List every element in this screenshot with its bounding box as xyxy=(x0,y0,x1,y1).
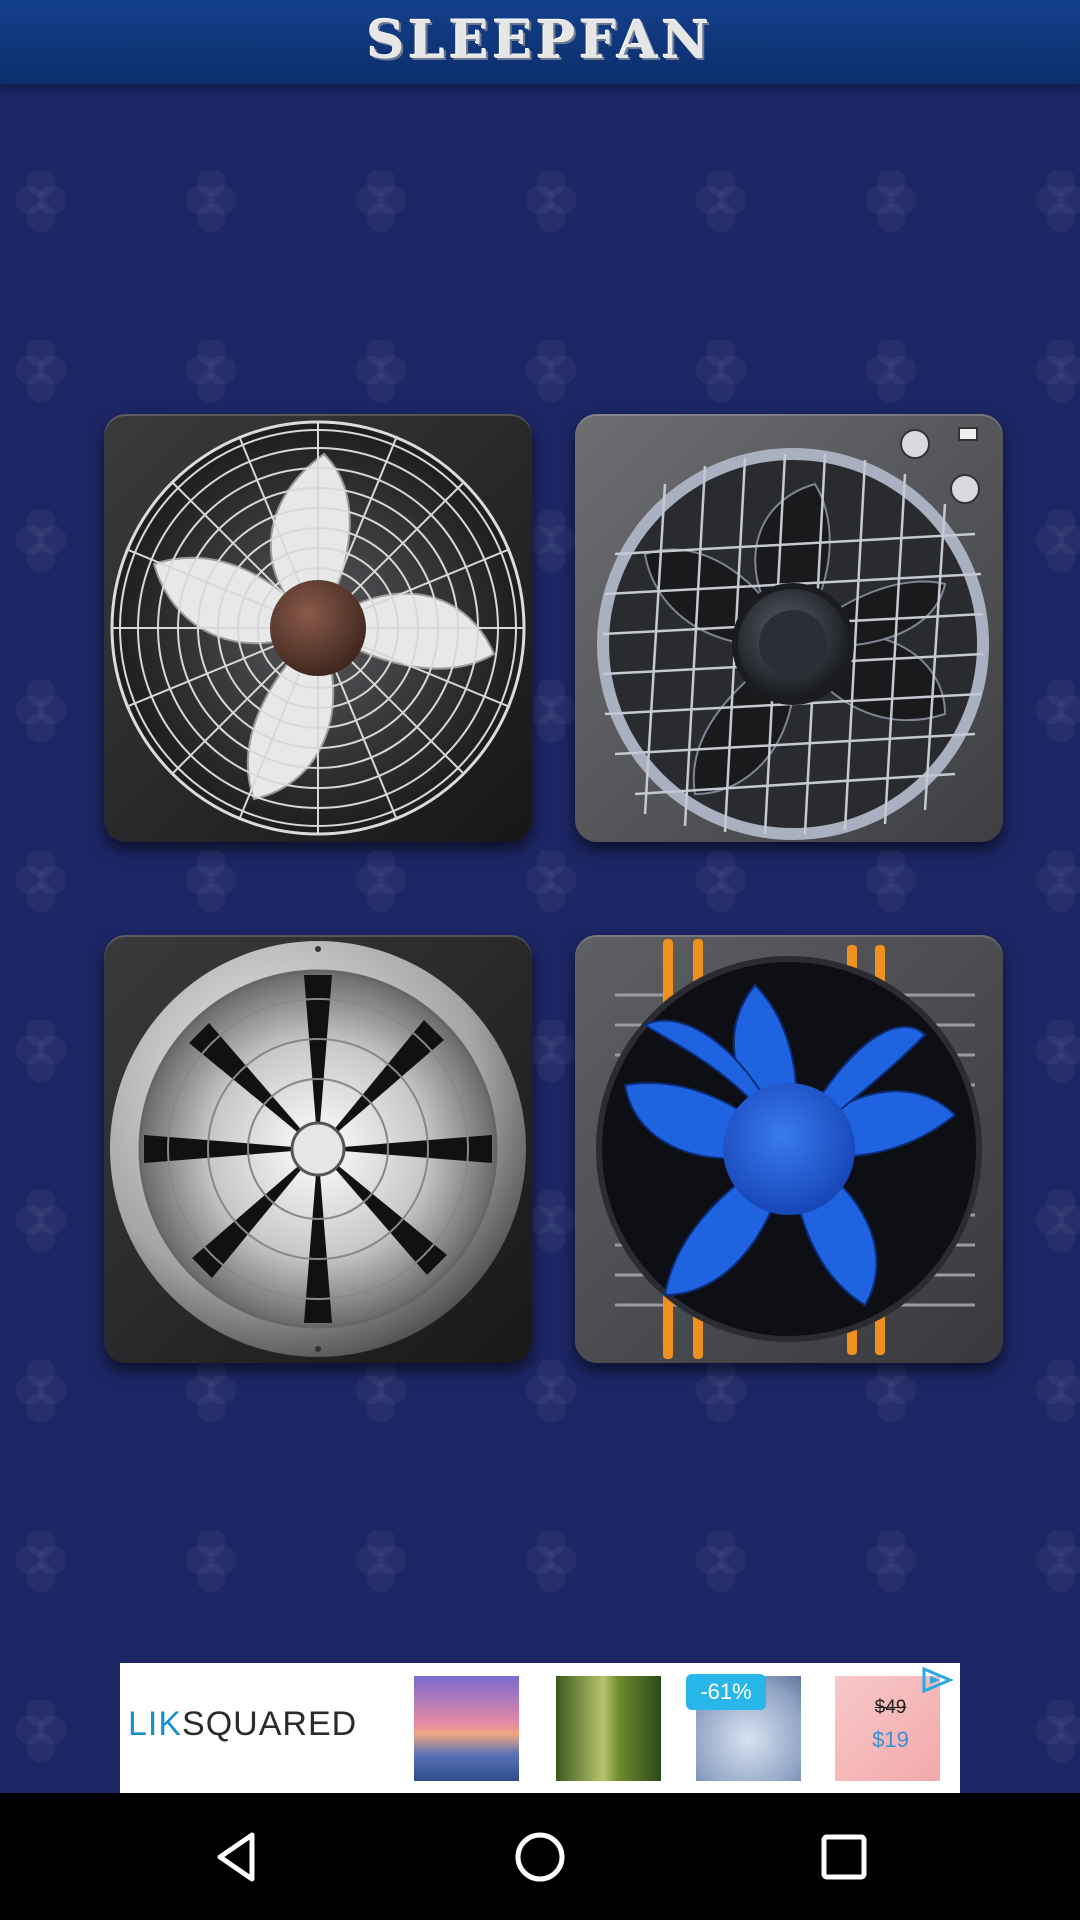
ad-banner[interactable]: LIKSQUARED -61% $49 $19 xyxy=(120,1663,960,1793)
ad-new-price: $19 xyxy=(872,1727,909,1752)
home-circle-icon xyxy=(515,1832,565,1882)
fan-tile-box[interactable] xyxy=(575,414,1003,842)
ad-brand-prefix: LIK xyxy=(128,1705,183,1743)
home-button[interactable] xyxy=(504,1821,576,1893)
ad-choices-icon[interactable] xyxy=(916,1665,956,1695)
chrome-fan-icon xyxy=(110,941,526,1357)
recents-button[interactable] xyxy=(808,1821,880,1893)
app-title: SLEEPFAN xyxy=(366,10,714,71)
ad-discount-badge: -61% xyxy=(686,1674,766,1710)
cpu-cooler-fan-icon xyxy=(596,939,982,1359)
app-header: SLEEPFAN xyxy=(0,0,1080,84)
fan-tile-chrome[interactable] xyxy=(104,935,532,1363)
box-fan-icon xyxy=(597,427,989,840)
fan-tile-cpu[interactable] xyxy=(575,935,1003,1363)
ad-image-lake xyxy=(414,1676,519,1781)
fan-tile-industrial[interactable] xyxy=(104,414,532,842)
recents-square-icon xyxy=(821,1834,867,1880)
back-triangle-icon xyxy=(217,1832,255,1882)
industrial-fan-icon xyxy=(110,420,526,836)
ad-old-price: $49 xyxy=(874,1697,907,1718)
ad-brand-logo: LIKSQUARED xyxy=(128,1705,357,1744)
back-button[interactable] xyxy=(200,1821,272,1893)
app-screen: SLEEPFAN LIKSQUARED -61% $49 $19 xyxy=(0,0,1080,1793)
ad-brand-suffix: SQUARED xyxy=(182,1705,358,1743)
ad-image-forest xyxy=(556,1676,661,1781)
system-nav-bar xyxy=(0,1793,1080,1920)
